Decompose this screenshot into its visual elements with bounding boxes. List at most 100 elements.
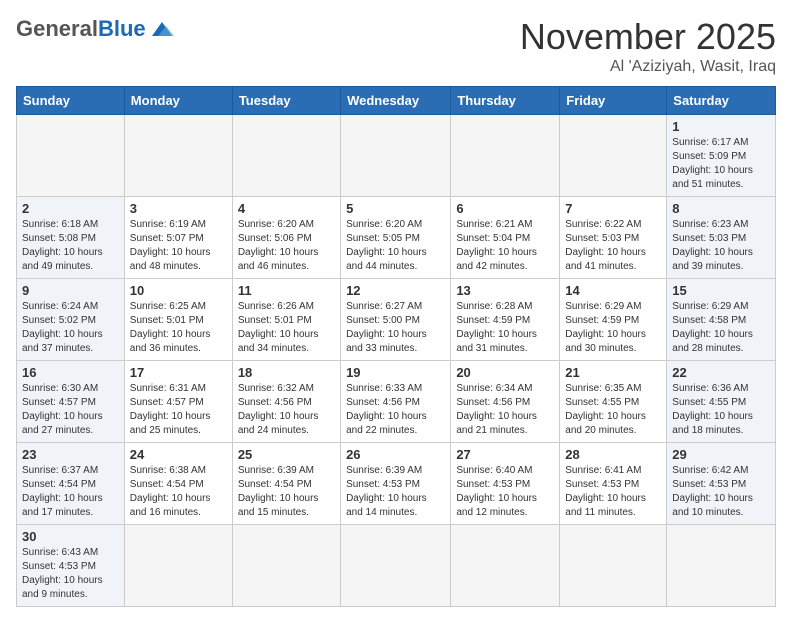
logo: General Blue	[16, 16, 176, 42]
day-info: Sunrise: 6:21 AMSunset: 5:04 PMDaylight:…	[456, 218, 554, 274]
day-info: Sunrise: 6:20 AMSunset: 5:06 PMDaylight:…	[238, 218, 335, 274]
weekday-header-thursday: Thursday	[451, 87, 560, 115]
calendar-cell: 26 Sunrise: 6:39 AMSunset: 4:53 PMDayligh…	[341, 443, 451, 525]
day-info: Sunrise: 6:37 AMSunset: 4:54 PMDaylight:…	[22, 464, 119, 520]
day-info: Sunrise: 6:18 AMSunset: 5:08 PMDaylight:…	[22, 218, 119, 274]
day-number: 2	[22, 201, 119, 216]
day-info: Sunrise: 6:42 AMSunset: 4:53 PMDaylight:…	[672, 464, 770, 520]
calendar-cell	[451, 525, 560, 607]
calendar-cell: 22Sunrise: 6:36 AMSunset: 4:55 PMDayligh…	[667, 361, 776, 443]
day-info: Sunrise: 6:34 AMSunset: 4:56 PMDaylight:…	[456, 382, 554, 438]
weekday-header-wednesday: Wednesday	[341, 87, 451, 115]
location-title: Al 'Aziziyah, Wasit, Iraq	[520, 58, 776, 76]
page-header: General Blue November 2025 Al 'Aziziyah,…	[16, 16, 776, 76]
calendar-cell: 28 Sunrise: 6:41 AMSunset: 4:53 PMDayligh…	[560, 443, 667, 525]
day-number: 30	[22, 529, 119, 544]
day-number: 29	[672, 447, 770, 462]
day-number: 16	[22, 365, 119, 380]
day-number: 6	[456, 201, 554, 216]
day-info: Sunrise: 6:19 AMSunset: 5:07 PMDaylight:…	[130, 218, 227, 274]
day-info: Sunrise: 6:39 AMSunset: 4:54 PMDaylight:…	[238, 464, 335, 520]
day-info: Sunrise: 6:24 AMSunset: 5:02 PMDaylight:…	[22, 300, 119, 356]
day-number: 26	[346, 447, 445, 462]
calendar-cell: 15Sunrise: 6:29 AMSunset: 4:58 PMDayligh…	[667, 279, 776, 361]
calendar-cell: 27Sunrise: 6:40 AMSunset: 4:53 PMDayligh…	[451, 443, 560, 525]
day-number: 9	[22, 283, 119, 298]
calendar-week-3: 9 Sunrise: 6:24 AMSunset: 5:02 PMDaylight…	[17, 279, 776, 361]
day-info: Sunrise: 6:23 AMSunset: 5:03 PMDaylight:…	[672, 218, 770, 274]
calendar-cell	[667, 525, 776, 607]
day-number: 10	[130, 283, 227, 298]
calendar-cell: 6 Sunrise: 6:21 AMSunset: 5:04 PMDaylight…	[451, 197, 560, 279]
calendar-cell	[232, 115, 340, 197]
calendar-cell: 1 Sunrise: 6:17 AMSunset: 5:09 PMDaylight…	[667, 115, 776, 197]
calendar-cell	[560, 115, 667, 197]
day-number: 4	[238, 201, 335, 216]
day-number: 14	[565, 283, 661, 298]
calendar-cell: 11Sunrise: 6:26 AMSunset: 5:01 PMDayligh…	[232, 279, 340, 361]
calendar-cell	[341, 525, 451, 607]
day-number: 18	[238, 365, 335, 380]
calendar-cell	[17, 115, 125, 197]
calendar-week-4: 16 Sunrise: 6:30 AMSunset: 4:57 PMDayligh…	[17, 361, 776, 443]
calendar-cell: 14 Sunrise: 6:29 AMSunset: 4:59 PMDayligh…	[560, 279, 667, 361]
day-info: Sunrise: 6:32 AMSunset: 4:56 PMDaylight:…	[238, 382, 335, 438]
day-info: Sunrise: 6:29 AMSunset: 4:58 PMDaylight:…	[672, 300, 770, 356]
day-number: 1	[672, 119, 770, 134]
calendar-cell	[560, 525, 667, 607]
title-block: November 2025 Al 'Aziziyah, Wasit, Iraq	[520, 16, 776, 76]
weekday-header-row: SundayMondayTuesdayWednesdayThursdayFrid…	[17, 87, 776, 115]
day-info: Sunrise: 6:29 AMSunset: 4:59 PMDaylight:…	[565, 300, 661, 356]
day-info: Sunrise: 6:43 AMSunset: 4:53 PMDaylight:…	[22, 546, 119, 602]
calendar-cell: 4 Sunrise: 6:20 AMSunset: 5:06 PMDaylight…	[232, 197, 340, 279]
calendar-cell: 10 Sunrise: 6:25 AMSunset: 5:01 PMDayligh…	[124, 279, 232, 361]
calendar-cell: 18 Sunrise: 6:32 AMSunset: 4:56 PMDayligh…	[232, 361, 340, 443]
calendar-cell	[124, 115, 232, 197]
day-info: Sunrise: 6:22 AMSunset: 5:03 PMDaylight:…	[565, 218, 661, 274]
logo-general: General	[16, 16, 98, 42]
day-info: Sunrise: 6:31 AMSunset: 4:57 PMDaylight:…	[130, 382, 227, 438]
calendar-cell: 17Sunrise: 6:31 AMSunset: 4:57 PMDayligh…	[124, 361, 232, 443]
logo-icon	[148, 18, 176, 40]
day-number: 20	[456, 365, 554, 380]
day-info: Sunrise: 6:28 AMSunset: 4:59 PMDaylight:…	[456, 300, 554, 356]
calendar-table: SundayMondayTuesdayWednesdayThursdayFrid…	[16, 86, 776, 607]
day-info: Sunrise: 6:25 AMSunset: 5:01 PMDaylight:…	[130, 300, 227, 356]
calendar-cell: 13Sunrise: 6:28 AMSunset: 4:59 PMDayligh…	[451, 279, 560, 361]
calendar-cell: 20 Sunrise: 6:34 AMSunset: 4:56 PMDayligh…	[451, 361, 560, 443]
weekday-header-sunday: Sunday	[17, 87, 125, 115]
month-title: November 2025	[520, 16, 776, 58]
calendar-cell	[232, 525, 340, 607]
day-number: 22	[672, 365, 770, 380]
day-number: 3	[130, 201, 227, 216]
day-info: Sunrise: 6:33 AMSunset: 4:56 PMDaylight:…	[346, 382, 445, 438]
calendar-cell	[341, 115, 451, 197]
calendar-week-2: 2 Sunrise: 6:18 AMSunset: 5:08 PMDaylight…	[17, 197, 776, 279]
day-info: Sunrise: 6:20 AMSunset: 5:05 PMDaylight:…	[346, 218, 445, 274]
day-info: Sunrise: 6:30 AMSunset: 4:57 PMDaylight:…	[22, 382, 119, 438]
day-info: Sunrise: 6:17 AMSunset: 5:09 PMDaylight:…	[672, 136, 770, 192]
day-number: 23	[22, 447, 119, 462]
calendar-cell: 12Sunrise: 6:27 AMSunset: 5:00 PMDayligh…	[341, 279, 451, 361]
day-info: Sunrise: 6:38 AMSunset: 4:54 PMDaylight:…	[130, 464, 227, 520]
day-info: Sunrise: 6:41 AMSunset: 4:53 PMDaylight:…	[565, 464, 661, 520]
calendar-week-5: 23 Sunrise: 6:37 AMSunset: 4:54 PMDayligh…	[17, 443, 776, 525]
calendar-cell	[124, 525, 232, 607]
day-info: Sunrise: 6:39 AMSunset: 4:53 PMDaylight:…	[346, 464, 445, 520]
weekday-header-monday: Monday	[124, 87, 232, 115]
calendar-cell: 30 Sunrise: 6:43 AMSunset: 4:53 PMDayligh…	[17, 525, 125, 607]
day-number: 19	[346, 365, 445, 380]
calendar-cell: 7Sunrise: 6:22 AMSunset: 5:03 PMDaylight…	[560, 197, 667, 279]
calendar-cell: 29 Sunrise: 6:42 AMSunset: 4:53 PMDayligh…	[667, 443, 776, 525]
day-number: 11	[238, 283, 335, 298]
day-info: Sunrise: 6:35 AMSunset: 4:55 PMDaylight:…	[565, 382, 661, 438]
day-number: 8	[672, 201, 770, 216]
calendar-cell: 24Sunrise: 6:38 AMSunset: 4:54 PMDayligh…	[124, 443, 232, 525]
day-number: 25	[238, 447, 335, 462]
calendar-week-1: 1 Sunrise: 6:17 AMSunset: 5:09 PMDaylight…	[17, 115, 776, 197]
calendar-cell: 23 Sunrise: 6:37 AMSunset: 4:54 PMDayligh…	[17, 443, 125, 525]
calendar-cell: 9 Sunrise: 6:24 AMSunset: 5:02 PMDaylight…	[17, 279, 125, 361]
day-number: 28	[565, 447, 661, 462]
day-info: Sunrise: 6:40 AMSunset: 4:53 PMDaylight:…	[456, 464, 554, 520]
calendar-cell: 16 Sunrise: 6:30 AMSunset: 4:57 PMDayligh…	[17, 361, 125, 443]
